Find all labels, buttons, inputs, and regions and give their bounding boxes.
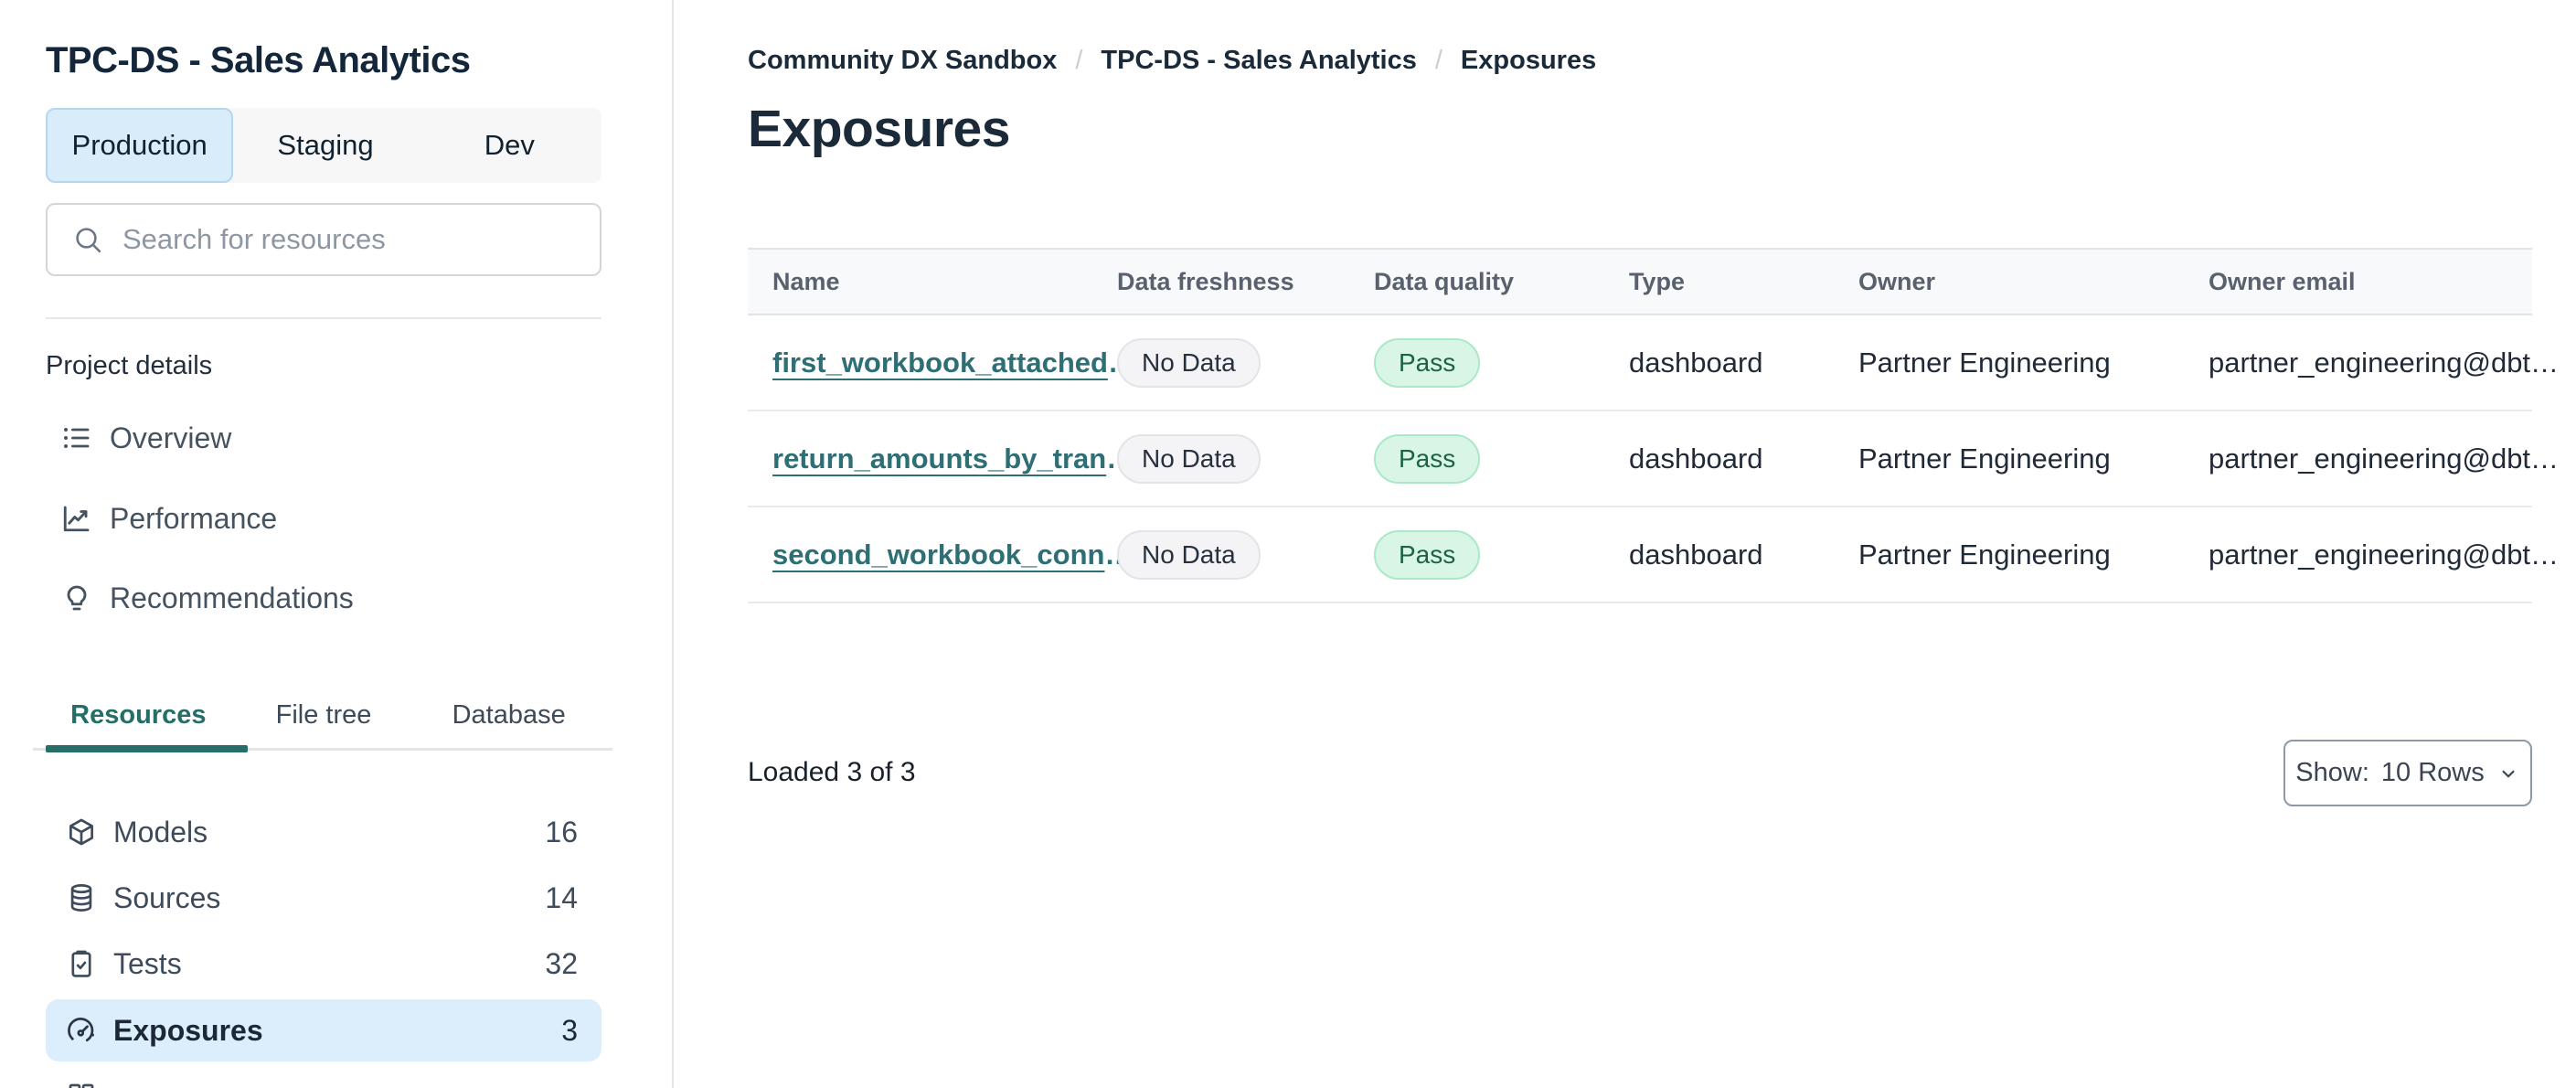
cube-icon xyxy=(66,816,97,848)
sidebar-item-models[interactable]: Models 16 xyxy=(46,801,601,863)
sidebar-item-label: Recommendations xyxy=(110,581,354,614)
search-icon xyxy=(71,223,104,256)
type-cell: dashboard xyxy=(1629,538,1763,571)
owner-email-cell: partner_engineering@dbt… xyxy=(2209,346,2560,379)
owner-cell: Partner Engineering xyxy=(1858,346,2111,379)
page-title: Exposures xyxy=(748,100,1010,158)
table-row: second_workbook_conn… No Data Pass dashb… xyxy=(748,507,2559,603)
show-value: 10 Rows xyxy=(2380,758,2485,787)
env-tab-dev[interactable]: Dev xyxy=(418,108,601,183)
quality-badge: Pass xyxy=(1374,337,1481,388)
column-header-data-quality: Data quality xyxy=(1374,267,1515,295)
show-label: Show: xyxy=(2295,758,2369,787)
project-details-label: Project details xyxy=(46,351,213,380)
sidebar: TPC-DS - Sales Analytics Production Stag… xyxy=(0,0,674,1088)
sidebar-item-performance[interactable]: Performance xyxy=(60,489,572,548)
breadcrumb: Community DX Sandbox / TPC-DS - Sales An… xyxy=(748,46,1596,76)
column-header-owner: Owner xyxy=(1858,267,1936,295)
tab-file-tree[interactable]: File tree xyxy=(231,693,417,737)
breadcrumb-project[interactable]: TPC-DS - Sales Analytics xyxy=(1101,46,1416,76)
table-row: first_workbook_attached… No Data Pass da… xyxy=(748,315,2559,411)
exposure-link[interactable]: second_workbook_conn… xyxy=(772,539,1133,571)
sidebar-item-recommendations[interactable]: Recommendations xyxy=(60,569,572,627)
grid-icon xyxy=(66,1081,97,1088)
exposures-table: Name Data freshness Data quality Type Ow… xyxy=(748,248,2559,603)
clipboard-check-icon xyxy=(66,948,97,979)
resource-count: 14 xyxy=(545,880,578,914)
sidebar-item-label: Exposures xyxy=(113,1013,263,1047)
breadcrumb-current: Exposures xyxy=(1460,46,1597,75)
exposure-link[interactable]: first_workbook_attached… xyxy=(772,347,1136,379)
sidebar-divider xyxy=(46,317,601,319)
tab-database[interactable]: Database xyxy=(416,693,601,737)
chevron-down-icon xyxy=(2496,762,2520,785)
table-row: return_amounts_by_tran… No Data Pass das… xyxy=(748,411,2559,507)
lightbulb-icon xyxy=(60,581,93,614)
database-icon xyxy=(66,882,97,913)
sidebar-item-sources[interactable]: Sources 14 xyxy=(46,867,601,929)
owner-email-cell: partner_engineering@dbt… xyxy=(2209,442,2560,475)
sidebar-item-label: Models xyxy=(113,815,208,848)
sidebar-item-exposures[interactable]: Exposures 3 xyxy=(46,999,601,1061)
gauge-icon xyxy=(66,1015,97,1046)
exposure-link[interactable]: return_amounts_by_tran… xyxy=(772,443,1134,475)
sidebar-item-next-partial[interactable] xyxy=(46,1065,601,1088)
list-icon xyxy=(60,421,93,454)
env-tab-production[interactable]: Production xyxy=(46,108,234,183)
loaded-status: Loaded 3 of 3 xyxy=(748,757,916,787)
type-cell: dashboard xyxy=(1629,346,1763,379)
resource-count: 32 xyxy=(545,946,578,980)
freshness-badge: No Data xyxy=(1117,433,1261,484)
owner-email-cell: partner_engineering@dbt… xyxy=(2209,538,2560,571)
freshness-badge: No Data xyxy=(1117,529,1261,580)
breadcrumb-separator: / xyxy=(1434,46,1442,75)
breadcrumb-account[interactable]: Community DX Sandbox xyxy=(748,46,1057,76)
type-cell: dashboard xyxy=(1629,442,1763,475)
owner-cell: Partner Engineering xyxy=(1858,442,2111,475)
sidebar-item-label: Tests xyxy=(113,946,182,980)
performance-chart-icon xyxy=(60,502,93,535)
column-header-owner-email: Owner email xyxy=(2209,267,2356,295)
sidebar-view-tabs: Resources File tree Database xyxy=(46,693,601,737)
env-tab-staging[interactable]: Staging xyxy=(233,108,417,183)
column-header-name: Name xyxy=(772,267,840,295)
sidebar-item-overview[interactable]: Overview xyxy=(60,409,572,467)
environment-tabs: Production Staging Dev xyxy=(46,108,601,183)
search-input[interactable] xyxy=(122,223,576,256)
resource-search[interactable] xyxy=(46,203,601,276)
resource-count: 16 xyxy=(545,815,578,848)
active-tab-underline xyxy=(46,745,248,752)
breadcrumb-separator: / xyxy=(1075,46,1083,75)
sidebar-item-label: Performance xyxy=(110,501,278,535)
sidebar-item-label: Sources xyxy=(113,880,221,914)
column-header-type: Type xyxy=(1629,267,1686,295)
freshness-badge: No Data xyxy=(1117,337,1261,388)
table-header-row: Name Data freshness Data quality Type Ow… xyxy=(748,248,2532,315)
sidebar-item-tests[interactable]: Tests 32 xyxy=(46,933,601,995)
rows-per-page-dropdown[interactable]: Show: 10 Rows xyxy=(2283,740,2532,806)
owner-cell: Partner Engineering xyxy=(1858,538,2111,571)
resource-count: 3 xyxy=(561,1013,578,1047)
tab-resources[interactable]: Resources xyxy=(46,693,231,737)
sidebar-item-label: Overview xyxy=(110,421,232,454)
quality-badge: Pass xyxy=(1374,433,1481,484)
column-header-data-freshness: Data freshness xyxy=(1117,267,1294,295)
project-title: TPC-DS - Sales Analytics xyxy=(46,40,471,80)
quality-badge: Pass xyxy=(1374,529,1481,580)
